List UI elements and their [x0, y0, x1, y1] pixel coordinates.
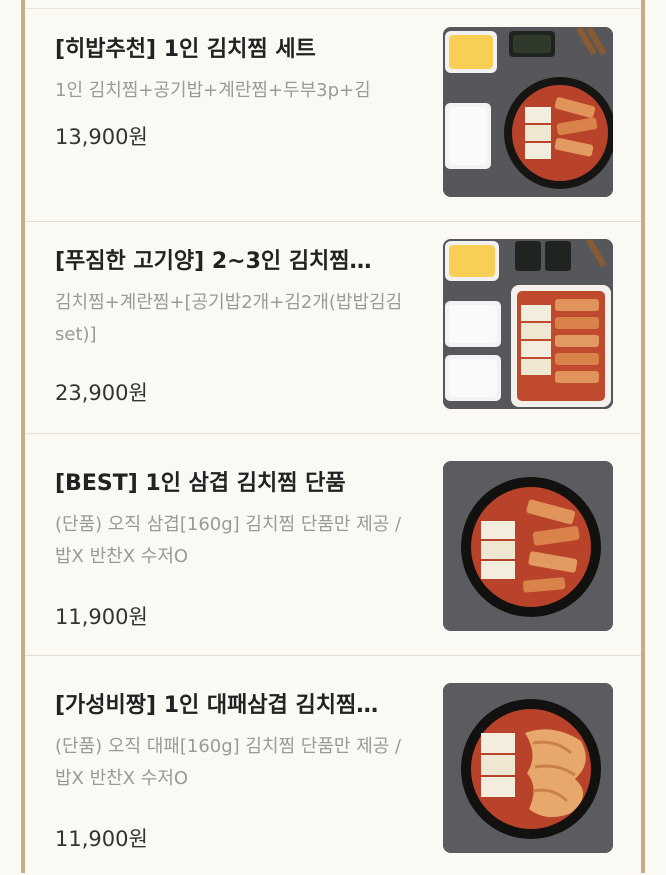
daepae-kimchi-jjim-photo [443, 683, 613, 853]
menu-item-title: [가성비짱] 1인 대패삼겹 김치찜… [55, 693, 379, 718]
menu-item-price: 11,900원 [55, 827, 148, 851]
kimchi-jjim-set-photo [443, 27, 613, 197]
menu-item[interactable]: [BEST] 1인 삼겹 김치찜 단품 (단품) 오직 삼겹[160g] 김치찜… [25, 443, 641, 656]
menu-item[interactable]: [히밥추천] 1인 김치찜 세트 1인 김치찜+공기밥+계란찜+두부3p+김 1… [25, 9, 641, 222]
menu-item-title: [푸짐한 고기양] 2~3인 김치찜… [55, 249, 372, 274]
menu-list: [히밥추천] 1인 김치찜 세트 1인 김치찜+공기밥+계란찜+두부3p+김 1… [25, 9, 641, 873]
menu-item-description: (단품) 오직 대패[160g] 김치찜 단품만 제공 / 밥X 반찬X 수저O [55, 736, 402, 789]
menu-item-price: 11,900원 [55, 605, 148, 629]
menu-item-description: 김치찜+계란찜+[공기밥2개+김2개(밥밥김김set)] [55, 292, 403, 345]
menu-item-price: 23,900원 [55, 381, 148, 405]
kimchi-jjim-large-set-photo [443, 239, 613, 409]
menu-item-title: [BEST] 1인 삼겹 김치찜 단품 [55, 471, 346, 496]
menu-item-description: (단품) 오직 삼겹[160g] 김치찜 단품만 제공 / 밥X 반찬X 수저O [55, 514, 402, 567]
menu-item-price: 13,900원 [55, 125, 148, 149]
menu-item-title: [히밥추천] 1인 김치찜 세트 [55, 37, 316, 62]
menu-item[interactable]: [가성비짱] 1인 대패삼겹 김치찜… (단품) 오직 대패[160g] 김치찜… [25, 665, 641, 875]
right-rail [641, 0, 645, 873]
menu-item[interactable]: [푸짐한 고기양] 2~3인 김치찜… 김치찜+계란찜+[공기밥2개+김2개(밥… [25, 221, 641, 434]
samgyeop-kimchi-jjim-photo [443, 461, 613, 631]
menu-item-description: 1인 김치찜+공기밥+계란찜+두부3p+김 [55, 80, 371, 101]
